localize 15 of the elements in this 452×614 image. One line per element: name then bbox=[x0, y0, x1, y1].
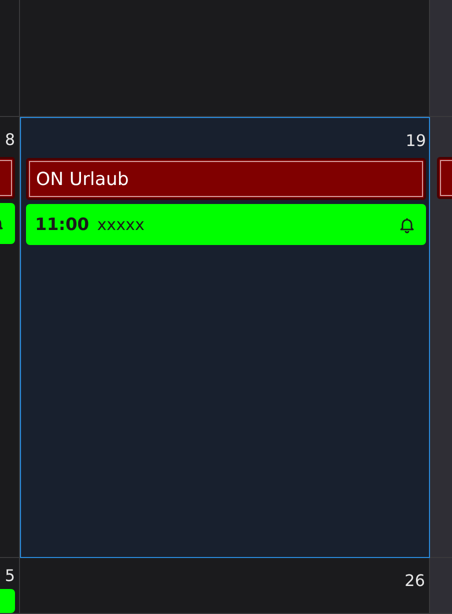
all-day-event[interactable]: ON Urlaub bbox=[26, 158, 426, 200]
day-cell[interactable] bbox=[430, 558, 452, 614]
day-cell[interactable] bbox=[0, 0, 20, 117]
day-cell[interactable]: 8 bbox=[0, 117, 20, 558]
day-cell[interactable]: 5 bbox=[0, 558, 20, 614]
day-number: 19 bbox=[406, 130, 426, 150]
day-cell[interactable] bbox=[20, 0, 430, 117]
day-number: 8 bbox=[4, 130, 15, 148]
day-number: 26 bbox=[404, 570, 425, 590]
day-cell[interactable] bbox=[430, 117, 452, 558]
day-cell[interactable] bbox=[430, 0, 452, 117]
day-number: 5 bbox=[4, 566, 15, 585]
timed-event[interactable]: 11:00 xxxxx bbox=[26, 204, 426, 245]
day-cell[interactable]: 26 bbox=[20, 558, 430, 614]
selected-day-cell[interactable]: 19 ON Urlaub 11:00 xxxxx bbox=[20, 117, 430, 558]
